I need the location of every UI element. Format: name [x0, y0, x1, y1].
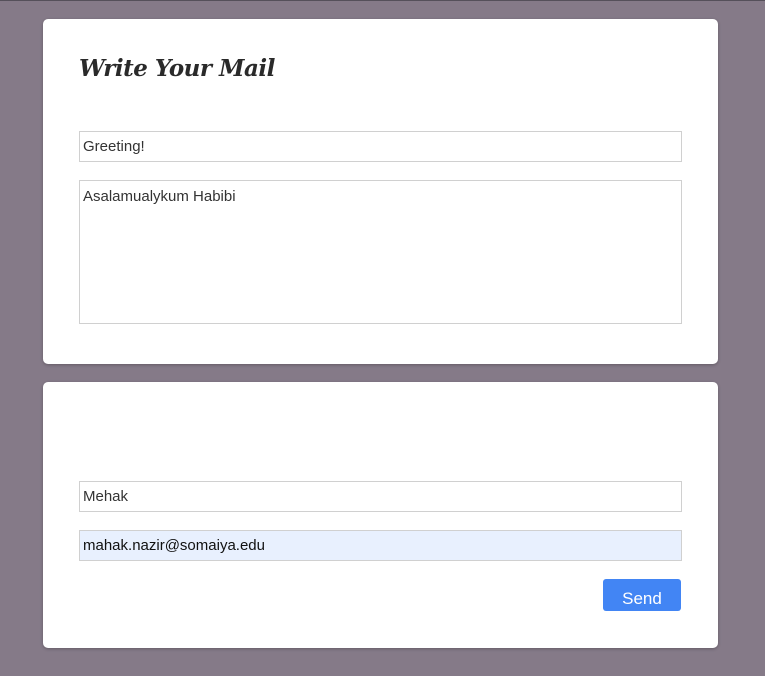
email-input[interactable]	[79, 530, 682, 561]
send-button[interactable]: Send	[603, 579, 681, 611]
page-title: Write Your Mail	[79, 55, 275, 82]
top-divider	[0, 0, 765, 1]
compose-card: Write Your Mail Asalamualykum Habibi	[43, 19, 718, 364]
message-textarea[interactable]: Asalamualykum Habibi	[79, 180, 682, 324]
subject-input[interactable]	[79, 131, 682, 162]
sender-card: Send	[43, 382, 718, 648]
name-input[interactable]	[79, 481, 682, 512]
